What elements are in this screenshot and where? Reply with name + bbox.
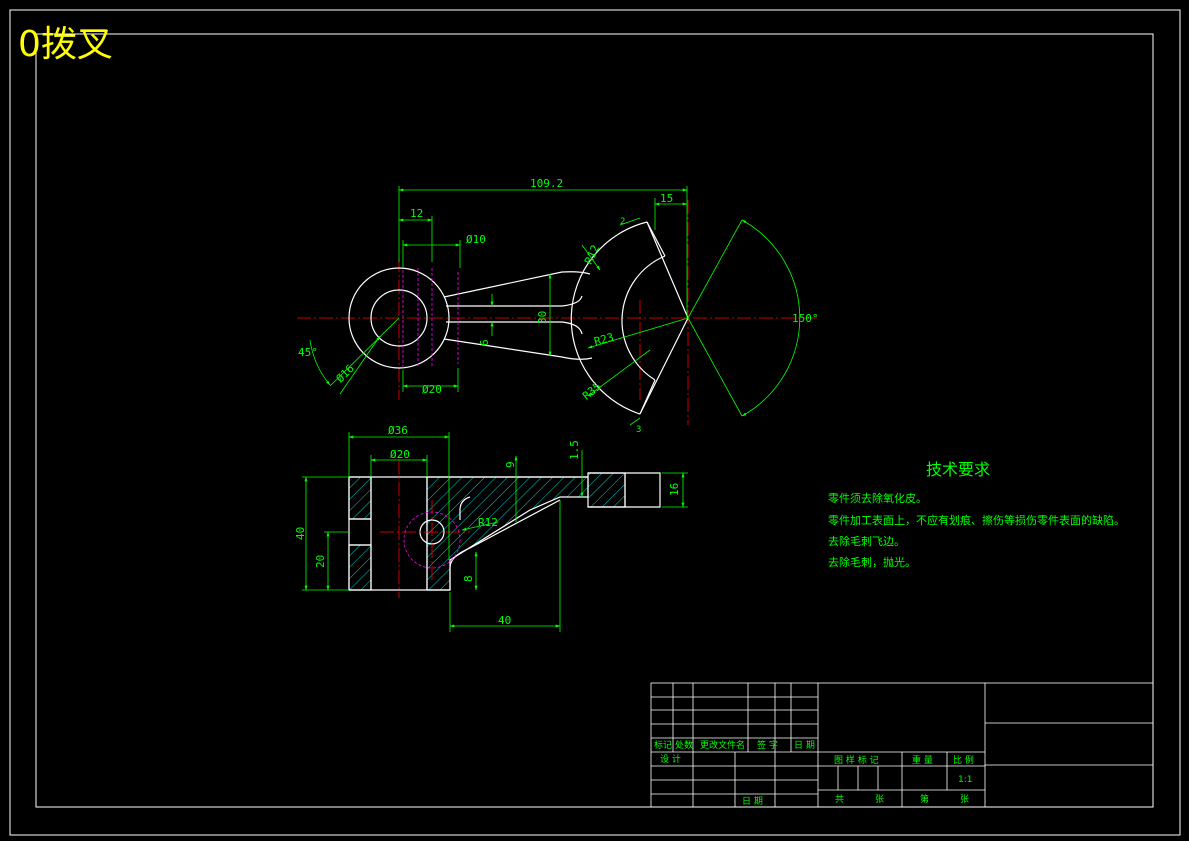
dim-40-width: 40 <box>498 614 511 627</box>
dim-phi16: Ø16 <box>334 362 357 385</box>
tech-requirement-1: 零件须去除氧化皮。 <box>828 491 927 505</box>
top-view: 109.2 12 15 Ø10 R12 30 6 R23 R35 45° Ø16… <box>297 177 820 435</box>
dim-r35: R35 <box>580 380 604 403</box>
title-block-text: 标记 处数 更改文件名 签 字 日 期 设 计 日 期 图 样 标 记 重 量 … <box>654 739 974 807</box>
tb-sheets-label: 张 <box>875 794 884 805</box>
tb-col-date: 日 期 <box>794 740 815 751</box>
tb-weight: 重 量 <box>912 754 933 766</box>
tb-col-sign: 签 字 <box>757 739 778 751</box>
front-view-dimension-text: Ø36 Ø20 9 1.5 16 40 20 R12 8 40 <box>294 424 681 627</box>
dim-r23: R23 <box>593 331 616 349</box>
tb-col-mark: 标记 <box>654 739 672 751</box>
dim-phi10: Ø10 <box>466 233 486 246</box>
tb-sheet-no: 第 <box>920 793 929 805</box>
dim-phi20: Ø20 <box>422 383 442 396</box>
tb-col-count: 处数 <box>675 739 693 751</box>
tech-requirement-3: 去除毛刺飞边。 <box>828 534 905 548</box>
tb-scale-value: 1:1 <box>958 775 972 785</box>
tech-requirements: 技术要求 零件须去除氧化皮。 零件加工表面上，不应有划痕、擦伤等损伤零件表面的缺… <box>828 460 1125 569</box>
dim-30: 30 <box>536 311 549 324</box>
tb-scale: 比 例 <box>953 754 974 766</box>
dim-overall-length: 109.2 <box>530 177 563 190</box>
dim-r12-front: R12 <box>478 516 498 529</box>
tb-sheets-total: 共 <box>835 794 844 805</box>
tb-sheet-label: 张 <box>960 794 969 805</box>
dim-6: 6 <box>478 339 491 346</box>
drawing-canvas: 0拨叉 109.2 12 15 Ø10 R12 30 6 R23 R35 45°… <box>0 0 1189 841</box>
dim-150deg: 150° <box>792 312 819 325</box>
dim-45deg: 45° <box>298 346 318 359</box>
dim-12: 12 <box>410 207 423 220</box>
dim-15: 15 <box>660 192 673 205</box>
dim-40-height: 40 <box>294 527 307 540</box>
dim-small-top: 2 <box>620 217 625 227</box>
tb-stage-mark: 图 样 标 记 <box>834 754 879 766</box>
outer-border <box>9 9 1181 836</box>
dim-8: 8 <box>462 575 475 582</box>
dim-1-5: 1.5 <box>568 440 581 460</box>
top-view-centerlines <box>297 200 820 425</box>
tech-requirement-2: 零件加工表面上，不应有划痕、擦伤等损伤零件表面的缺陷。 <box>828 513 1125 527</box>
tech-requirement-4: 去除毛刺，抛光。 <box>828 555 916 569</box>
dim-phi20-front: Ø20 <box>390 448 410 461</box>
tb-col-doc: 更改文件名 <box>700 739 745 751</box>
dim-20: 20 <box>314 555 327 568</box>
front-view-hatch <box>348 472 626 591</box>
dim-phi36: Ø36 <box>388 424 408 437</box>
cad-drawing: 0拨叉 109.2 12 15 Ø10 R12 30 6 R23 R35 45°… <box>9 9 1181 836</box>
dim-r12: R12 <box>582 243 602 267</box>
front-view: Ø36 Ø20 9 1.5 16 40 20 R12 8 40 <box>294 424 688 632</box>
tb-row-design: 设 计 <box>660 753 681 765</box>
drawing-title: 0拨叉 <box>18 24 113 65</box>
dim-16: 16 <box>668 483 681 496</box>
tb-row-date: 日 期 <box>742 796 763 807</box>
dim-small-bottom: 3 <box>636 425 641 435</box>
dim-9: 9 <box>504 461 517 468</box>
inner-border <box>35 33 1154 808</box>
tech-requirements-heading: 技术要求 <box>926 460 990 479</box>
